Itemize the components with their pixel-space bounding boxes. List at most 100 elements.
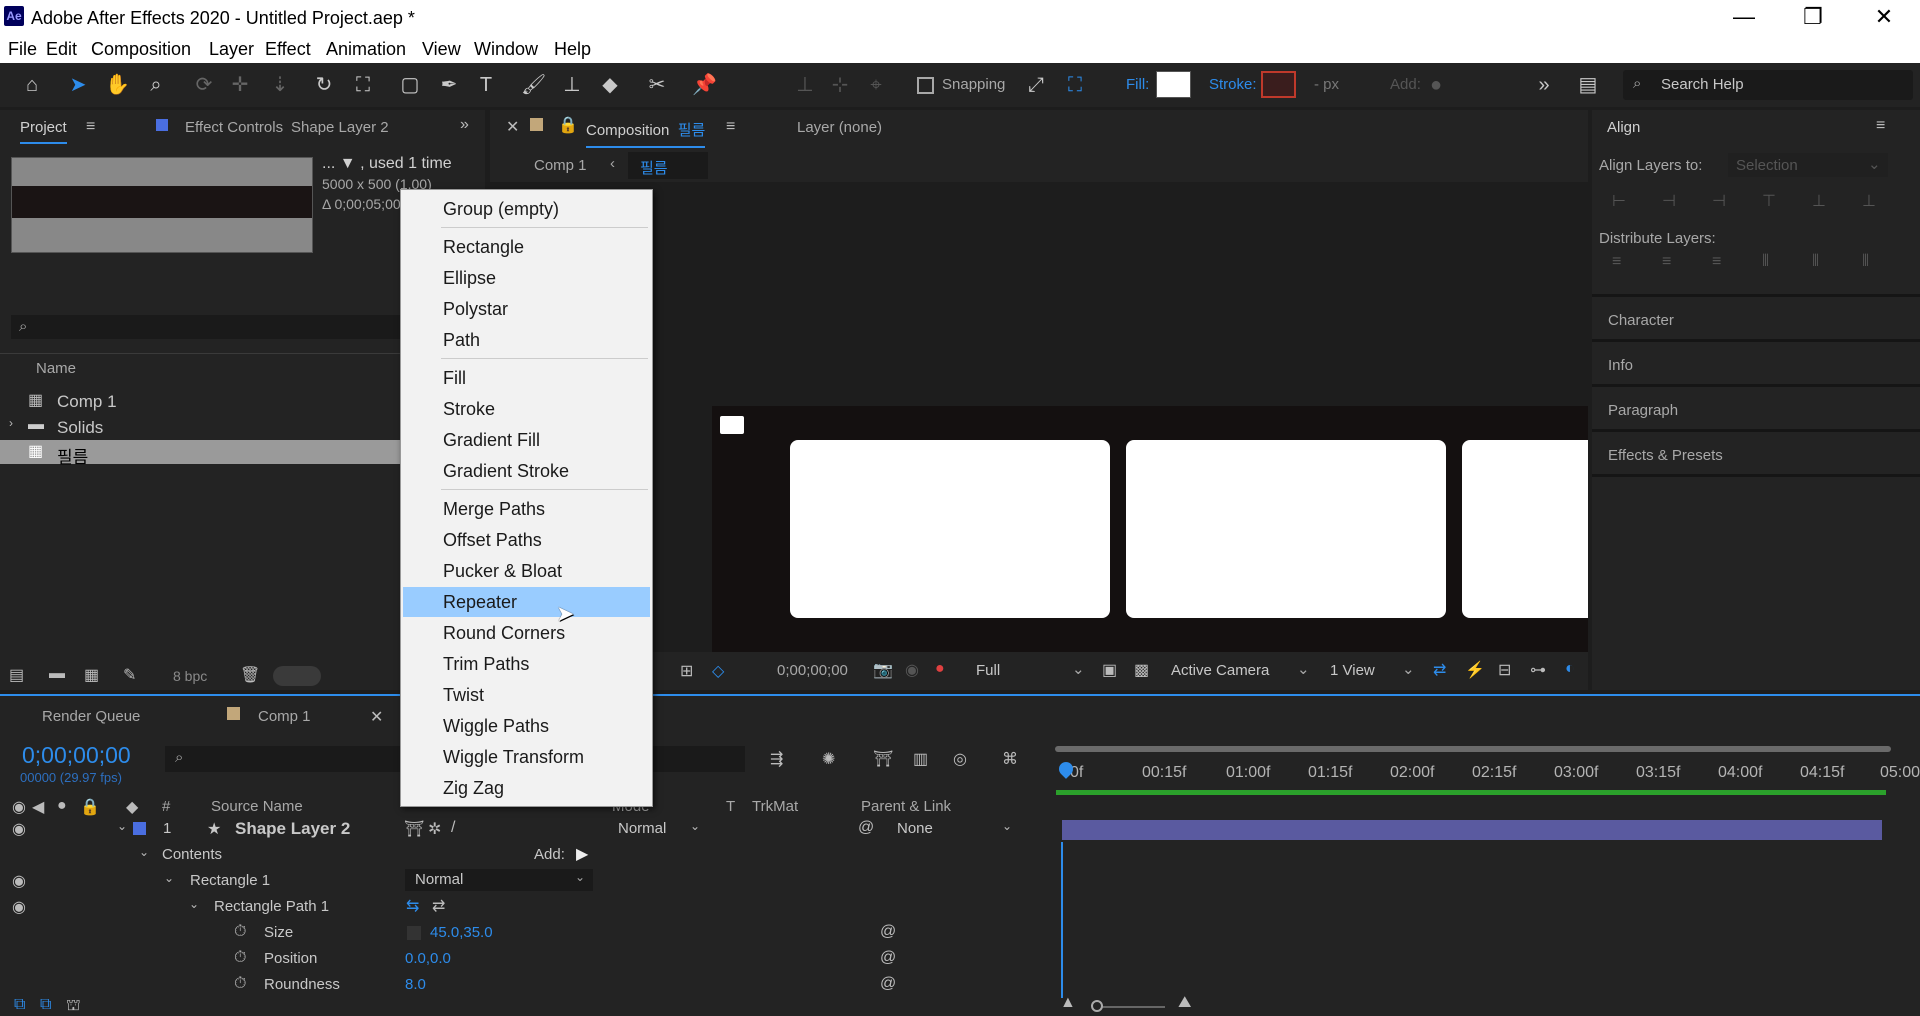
rectangle-path-row[interactable]: ◉ ⌄ Rectangle Path 1 ⇆ ⇄	[0, 894, 1050, 920]
expression-pickwhip-icon[interactable]: @	[880, 949, 896, 967]
distribute-vcenter-icon[interactable]: ≡	[1662, 253, 1671, 271]
trash-icon[interactable]: 🗑	[240, 665, 260, 685]
menu-item-round-corners[interactable]: Round Corners	[403, 618, 650, 648]
pan-camera-icon[interactable]: ✛	[228, 73, 252, 97]
layer-name[interactable]: Shape Layer 2	[235, 819, 350, 839]
name-column-header[interactable]: Name	[36, 360, 76, 377]
info-panel-header[interactable]: Info	[1608, 357, 1633, 374]
home-icon[interactable]: ⌂	[20, 73, 44, 97]
effects-presets-panel-header[interactable]: Effects & Presets	[1608, 447, 1723, 464]
puppet-pin-icon[interactable]: 📌	[692, 73, 717, 97]
comp-canvas[interactable]	[712, 406, 1588, 652]
rotate-tool-icon[interactable]: ↻	[312, 73, 336, 97]
menu-item-group-empty[interactable]: Group (empty)	[403, 194, 650, 224]
transfer-controls-icon[interactable]: ⧉	[40, 996, 51, 1014]
transparency-grid-icon[interactable]: ▩	[1134, 660, 1149, 680]
dolly-camera-icon[interactable]: ⇣	[268, 73, 292, 97]
constrain-proportions-icon[interactable]	[407, 926, 421, 940]
character-panel-header[interactable]: Character	[1608, 312, 1674, 329]
fast-previews-icon[interactable]: ⚡	[1465, 660, 1485, 680]
axis-view-icon[interactable]: ⌖	[864, 73, 888, 97]
timeline-icon[interactable]: ⊟	[1498, 660, 1511, 680]
property-row[interactable]: ⏱ Roundness 8.0 @	[0, 972, 1050, 998]
interpret-footage-icon[interactable]: ▤	[9, 665, 24, 685]
expression-pickwhip-icon[interactable]: @	[880, 923, 896, 941]
stroke-width-value[interactable]: - px	[1314, 76, 1339, 93]
stopwatch-icon[interactable]: ⏱	[234, 949, 246, 967]
project-settings-icon[interactable]: ✎	[123, 665, 136, 685]
menu-item-ellipse[interactable]: Ellipse	[403, 263, 650, 293]
add-icon[interactable]: ●	[1424, 73, 1448, 97]
panel-menu-icon[interactable]: ≡	[726, 118, 735, 136]
blend-mode-select[interactable]: Normal ⌄	[405, 869, 593, 891]
quality-switch-icon[interactable]: /	[451, 819, 455, 837]
size-value[interactable]: 45.0,35.0	[430, 924, 493, 941]
list-item[interactable]: › ▬ Solids	[0, 415, 400, 439]
align-top-icon[interactable]: ⊤	[1762, 191, 1776, 211]
type-tool-icon[interactable]: T	[474, 73, 498, 97]
tab-render-queue[interactable]: Render Queue	[42, 708, 140, 725]
list-item[interactable]: ▦ 필름	[0, 440, 400, 467]
bit-depth-button[interactable]: 8 bpc	[173, 668, 207, 684]
panel-menu-icon[interactable]: ≡	[1876, 117, 1885, 135]
chevron-down-icon[interactable]: ⌄	[139, 845, 149, 859]
menu-composition[interactable]: Composition	[91, 39, 191, 60]
tab-comp1[interactable]: Comp 1	[258, 708, 311, 725]
pickwhip-icon[interactable]: @	[858, 819, 874, 837]
menu-animation[interactable]: Animation	[326, 39, 406, 60]
workspace-icon[interactable]: ▤	[1576, 73, 1600, 97]
layer-row[interactable]: ◉ ⌄ 1 ★ Shape Layer 2 ⛩ ✲ / Normal ⌄ @ N…	[0, 816, 1050, 842]
roto-brush-icon[interactable]: ✂	[645, 73, 669, 97]
path-direction-icon[interactable]: ⇆	[406, 896, 419, 916]
close-tab-icon[interactable]: ✕	[370, 707, 383, 727]
reset-exposure-icon[interactable]: ◐	[1565, 660, 1575, 678]
snapshot-icon[interactable]: 📷	[873, 660, 893, 680]
rectangle-tool-icon[interactable]: ▢	[398, 73, 422, 97]
chevron-down-icon[interactable]: ⌄	[189, 897, 199, 911]
menu-item-pucker-bloat[interactable]: Pucker & Bloat	[403, 556, 650, 586]
eye-icon[interactable]: ◉	[12, 871, 26, 891]
brush-tool-icon[interactable]: 🖌	[521, 73, 546, 97]
eye-icon[interactable]: ◉	[12, 897, 26, 917]
project-search-field[interactable]: ⌕	[11, 315, 401, 339]
distribute-right-icon[interactable]: ⦀	[1862, 253, 1869, 271]
show-snapshot-icon[interactable]: ◉	[905, 660, 919, 680]
menu-item-stroke[interactable]: Stroke	[403, 394, 650, 424]
align-to-select[interactable]: Selection ⌄	[1728, 153, 1888, 177]
toggle-pixel-aspect-icon[interactable]: ⇄	[1433, 660, 1446, 680]
close-tab-icon[interactable]: ✕	[506, 117, 519, 137]
expand-panels-icon[interactable]: »	[460, 116, 469, 134]
layer-duration-bar[interactable]	[1062, 820, 1882, 840]
menu-help[interactable]: Help	[554, 39, 591, 60]
align-right-icon[interactable]: ⊣	[1712, 191, 1726, 211]
fill-label[interactable]: Fill:	[1126, 76, 1149, 93]
channels-icon[interactable]: ●	[935, 660, 945, 678]
graph-editor-icon[interactable]: ⌘	[1002, 749, 1018, 769]
menu-window[interactable]: Window	[474, 39, 538, 60]
menu-item-wiggle-paths[interactable]: Wiggle Paths	[403, 711, 650, 741]
snap-options-icon[interactable]: ⤢	[1024, 73, 1048, 97]
layer-mode-select[interactable]: Normal	[618, 820, 666, 837]
menu-item-repeater[interactable]: Repeater	[403, 587, 650, 617]
list-item[interactable]: ▦ Comp 1	[0, 389, 400, 413]
menu-item-path[interactable]: Path	[403, 325, 650, 355]
snap-target-icon[interactable]: ⛶	[1063, 73, 1087, 97]
fill-swatch[interactable]	[1156, 71, 1191, 98]
viewer-timecode[interactable]: 0;00;00;00	[777, 662, 848, 679]
tab-project[interactable]: Project	[20, 119, 67, 144]
tab-effect-controls[interactable]: Effect Controls	[185, 119, 283, 136]
flowchart-icon[interactable]: ⊶	[1530, 660, 1546, 680]
align-bottom-icon[interactable]: ⊥	[1862, 191, 1876, 211]
menu-edit[interactable]: Edit	[46, 39, 77, 60]
distribute-hcenter-icon[interactable]: ⦀	[1812, 253, 1819, 271]
contents-row[interactable]: ⌄ Contents Add: ▶	[0, 842, 1050, 868]
zoom-slider-handle[interactable]	[1091, 1000, 1103, 1012]
region-of-interest-icon[interactable]: ▣	[1102, 660, 1117, 680]
zoom-tool-icon[interactable]: ⌕	[144, 73, 168, 97]
selection-tool-icon[interactable]: ➤	[66, 73, 90, 97]
axis-world-icon[interactable]: ⊹	[828, 73, 852, 97]
motion-blur-icon[interactable]: ◎	[953, 749, 967, 769]
add-shape-icon[interactable]: ▶	[576, 844, 588, 864]
layer-switches-icon[interactable]: ⧉	[14, 996, 25, 1014]
roundness-value[interactable]: 8.0	[405, 976, 426, 993]
